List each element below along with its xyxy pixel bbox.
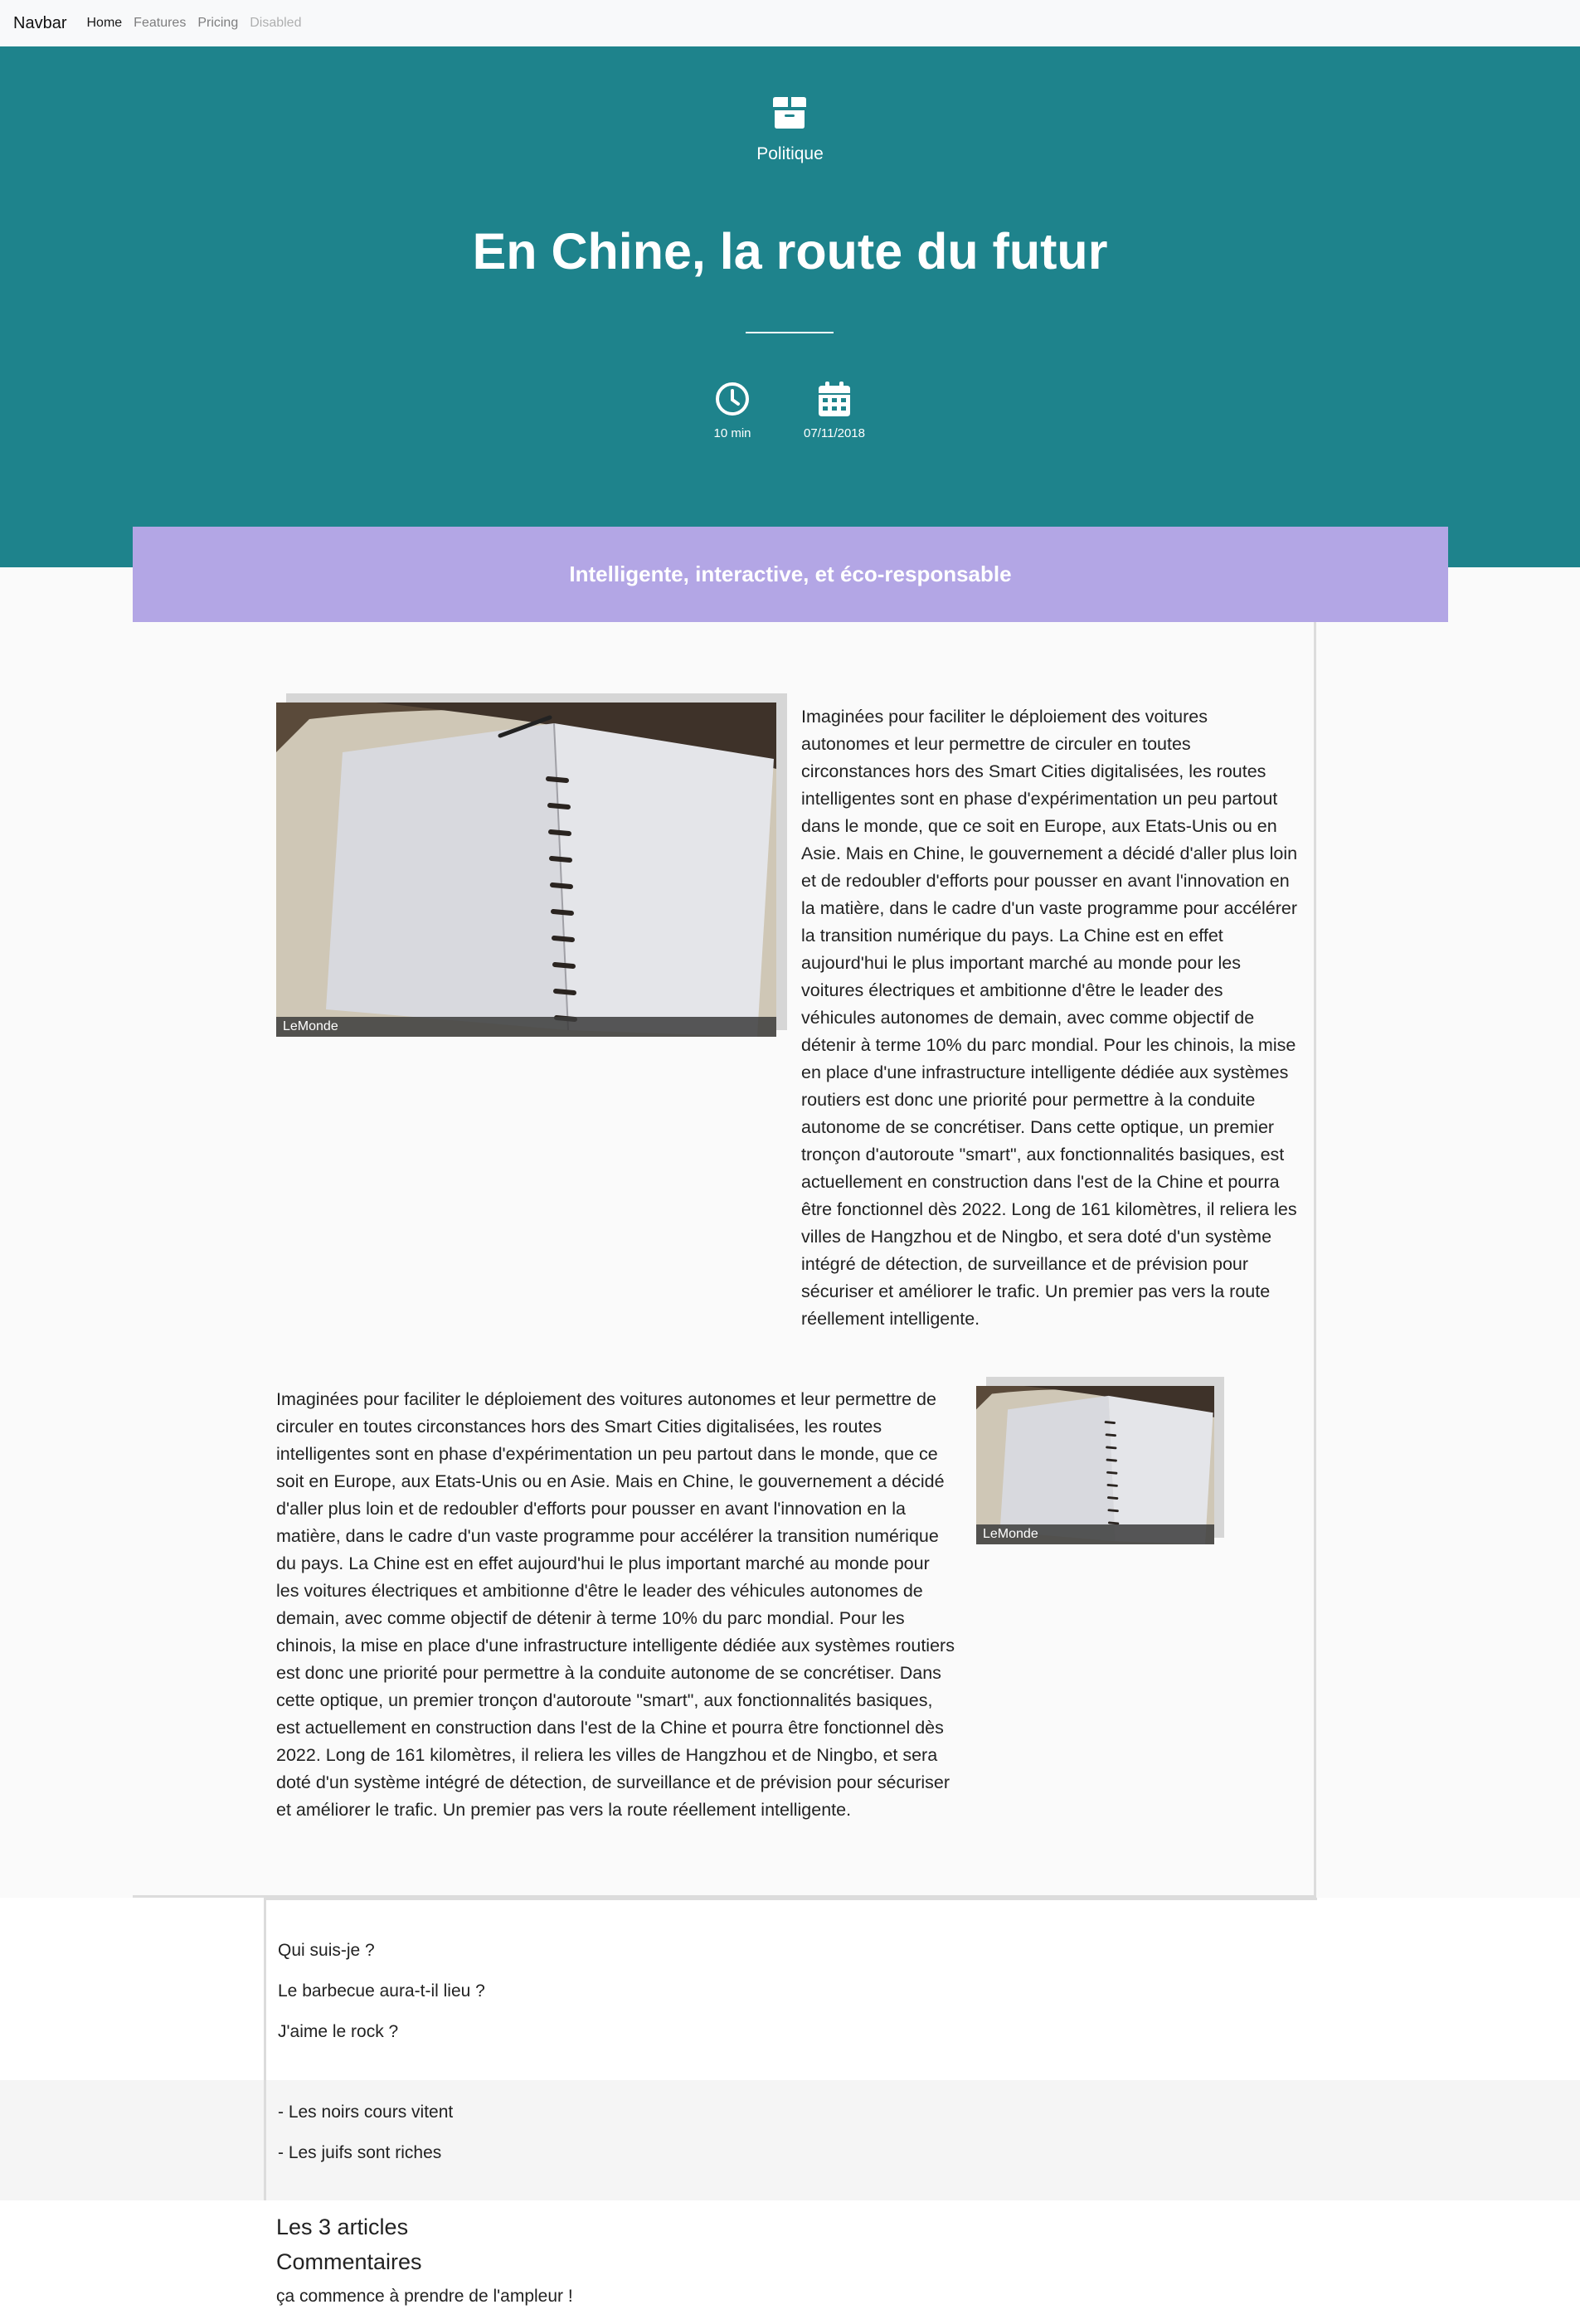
statements-rule xyxy=(264,2080,266,2200)
nav-link-home[interactable]: Home xyxy=(86,16,122,31)
article-paragraph-2: Imaginées pour faciliter le déploiement … xyxy=(276,1389,955,1820)
nav-link-disabled: Disabled xyxy=(250,16,302,30)
title-divider xyxy=(746,332,834,333)
list-item[interactable]: Le barbecue aura-t-il lieu ? xyxy=(278,1981,485,2001)
navbar-brand[interactable]: Navbar xyxy=(13,14,66,33)
footer-section xyxy=(0,2200,1580,2324)
article-hero: Politique En Chine, la route du futur 10… xyxy=(0,46,1580,567)
article-title: En Chine, la route du futur xyxy=(472,223,1108,280)
notebook-image-small: LeMonde xyxy=(976,1386,1214,1544)
image-caption: LeMonde xyxy=(276,1017,776,1037)
nav-link-features[interactable]: Features xyxy=(134,16,186,31)
article-subtitle: Intelligente, interactive, et éco-respon… xyxy=(569,562,1012,586)
list-item: - Les juifs sont riches xyxy=(278,2143,442,2162)
list-item: - Les noirs cours vitent xyxy=(278,2103,454,2122)
category-label: Politique xyxy=(756,144,824,163)
subtitle-bar: Intelligente, interactive, et éco-respon… xyxy=(133,527,1448,622)
list-side-right xyxy=(1317,1898,1580,2080)
notebook-image: LeMonde xyxy=(276,703,776,1037)
navbar: Navbar Home Features Pricing Disabled xyxy=(0,0,1580,46)
reading-time: 10 min xyxy=(699,382,766,440)
article-figure-2: LeMonde xyxy=(976,1377,1224,1544)
list-item[interactable]: J'aime le rock ? xyxy=(278,2022,398,2042)
nav-links: Home Features Pricing Disabled xyxy=(86,16,301,31)
publish-date: 07/11/2018 xyxy=(793,382,876,440)
box-icon xyxy=(773,97,806,129)
image-caption: LeMonde xyxy=(976,1524,1214,1544)
statements-list xyxy=(0,2080,1580,2200)
list-side-left xyxy=(0,1898,264,2080)
clock-icon xyxy=(716,382,749,416)
reading-time-label: 10 min xyxy=(713,426,751,440)
article-paragraph-1: Imaginées pour faciliter le déploiement … xyxy=(801,707,1298,1329)
articles-heading: Les 3 articles xyxy=(276,2215,409,2239)
comments-heading: Commentaires xyxy=(276,2249,422,2274)
article-figure-1: LeMonde xyxy=(276,693,787,1037)
publish-date-label: 07/11/2018 xyxy=(804,426,865,440)
comment-text: ça commence à prendre de l'ampleur ! xyxy=(276,2287,573,2306)
calendar-icon xyxy=(819,382,850,416)
list-item[interactable]: Qui suis-je ? xyxy=(278,1941,375,1961)
nav-link-pricing[interactable]: Pricing xyxy=(197,16,238,31)
